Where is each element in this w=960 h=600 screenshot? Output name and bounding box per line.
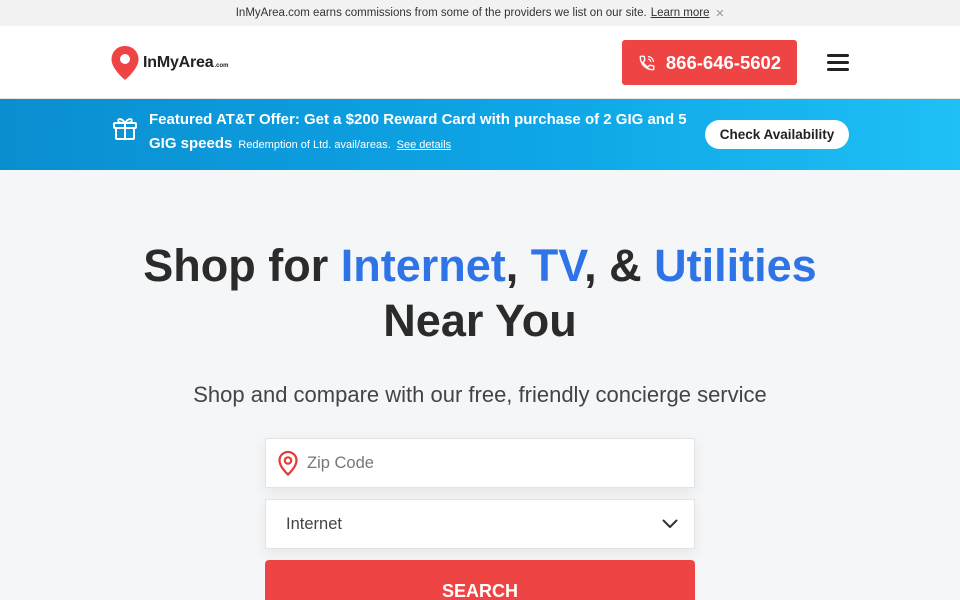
site-header: InMyArea .com 866-646-5602	[0, 26, 960, 99]
logo[interactable]: InMyArea .com	[110, 45, 228, 81]
search-button[interactable]: SEARCH	[265, 560, 695, 600]
gift-icon	[113, 118, 137, 140]
logo-text: InMyArea	[143, 54, 214, 71]
location-pin-icon	[111, 46, 139, 80]
see-details-link[interactable]: See details	[397, 139, 451, 151]
chevron-down-icon	[662, 519, 678, 528]
service-select[interactable]: Internet	[265, 499, 695, 549]
title-separator: ,	[505, 240, 531, 291]
promo-fine-print: Redemption of Ltd. avail/areas.	[238, 139, 391, 151]
disclosure-text: InMyArea.com earns commissions from some…	[235, 7, 647, 19]
promo-headline: Featured AT&T Offer: Get a $200 Reward C…	[149, 108, 689, 157]
hamburger-menu-icon[interactable]	[827, 54, 849, 72]
phone-number: 866-646-5602	[665, 51, 782, 73]
logo-suffix: .com	[214, 63, 229, 69]
zip-code-input[interactable]	[307, 453, 667, 473]
service-selected-value: Internet	[286, 514, 342, 533]
learn-more-link[interactable]: Learn more	[651, 7, 710, 19]
location-pin-icon	[278, 450, 298, 476]
close-icon[interactable]: ×	[716, 6, 725, 21]
phone-icon	[639, 55, 655, 70]
disclosure-bar: InMyArea.com earns commissions from some…	[0, 0, 960, 26]
call-button[interactable]: 866-646-5602	[622, 40, 797, 85]
hero-subtitle: Shop and compare with our free, friendly…	[193, 382, 767, 407]
promo-banner: Featured AT&T Offer: Get a $200 Reward C…	[0, 99, 960, 170]
title-utilities: Utilities	[654, 240, 817, 291]
check-availability-button[interactable]: Check Availability	[705, 120, 849, 149]
title-part: Shop for	[143, 240, 341, 291]
page-title: Shop for Internet, TV, & Utilities Near …	[0, 238, 960, 348]
title-near-you: Near You	[383, 295, 577, 346]
title-internet: Internet	[340, 240, 506, 291]
title-separator: , &	[584, 240, 655, 291]
title-tv: TV	[530, 240, 585, 291]
zip-code-field[interactable]	[265, 438, 695, 488]
